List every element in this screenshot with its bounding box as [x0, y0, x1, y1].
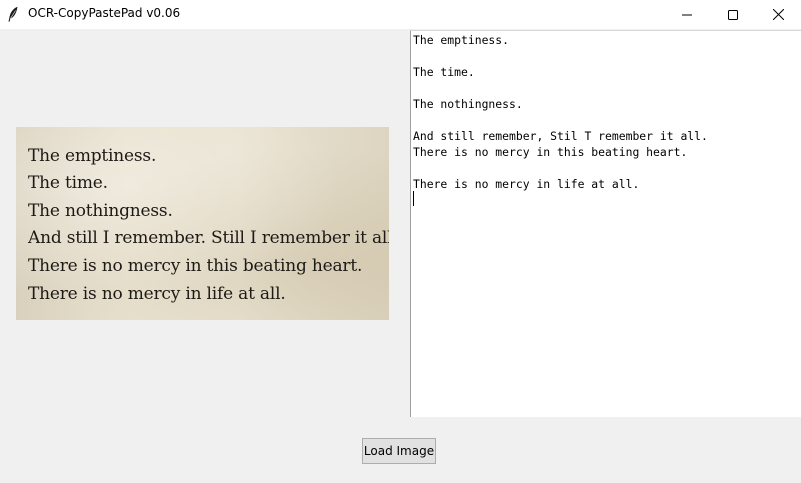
- text-cursor: [413, 191, 414, 206]
- text-line: And still remember, Stil T remember it a…: [413, 129, 708, 143]
- loaded-image: The emptiness. The time. The nothingness…: [16, 127, 389, 320]
- feather-icon: [8, 6, 18, 22]
- image-text-line: And still I remember. Still I remember i…: [28, 228, 389, 248]
- image-text-line: The time.: [28, 173, 108, 193]
- close-icon: [772, 9, 784, 20]
- minimize-button[interactable]: [664, 0, 710, 29]
- window-title: OCR-CopyPastePad v0.06: [28, 6, 181, 20]
- image-text-line: There is no mercy in life at all.: [28, 284, 286, 304]
- app-window: OCR-CopyPastePad v0.06 The emptiness. Th…: [0, 0, 801, 483]
- image-text-line: The emptiness.: [28, 146, 157, 166]
- close-button[interactable]: [755, 0, 801, 29]
- text-line: There is no mercy in this beating heart.: [413, 145, 688, 159]
- image-text-line: There is no mercy in this beating heart.: [28, 256, 363, 276]
- text-line: The nothingness.: [413, 97, 523, 111]
- image-text-line: The nothingness.: [28, 201, 173, 221]
- load-image-button[interactable]: Load Image: [362, 438, 436, 464]
- text-line: The time.: [413, 65, 475, 79]
- title-bar[interactable]: OCR-CopyPastePad v0.06: [0, 0, 801, 29]
- text-line: There is no mercy in life at all.: [413, 177, 640, 191]
- ocr-text-area[interactable]: The emptiness. The time. The nothingness…: [410, 30, 801, 417]
- minimize-icon: [682, 14, 692, 15]
- maximize-button[interactable]: [710, 0, 756, 29]
- text-line: The emptiness.: [413, 33, 510, 47]
- maximize-icon: [728, 9, 738, 20]
